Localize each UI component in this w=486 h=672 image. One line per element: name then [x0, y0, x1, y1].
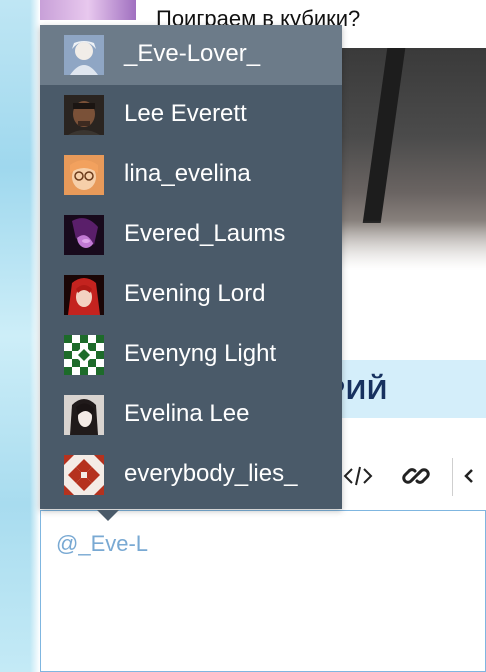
mention-username: everybody_lies_ — [124, 460, 298, 487]
toolbar-separator — [452, 458, 453, 496]
user-avatar — [64, 395, 104, 435]
mention-option-0[interactable]: _Eve-Lover_ — [40, 25, 342, 85]
comment-editor[interactable]: @_Eve-L — [40, 510, 486, 672]
mention-option-5[interactable]: Evenyng Light — [40, 325, 342, 385]
mention-username: Evered_Laums — [124, 220, 286, 247]
image-chair-leg — [362, 48, 406, 223]
user-avatar — [64, 155, 104, 195]
code-icon — [343, 466, 373, 486]
more-button[interactable] — [462, 458, 486, 494]
dropdown-caret — [97, 510, 119, 521]
user-avatar — [64, 335, 104, 375]
page-background-strip — [0, 0, 40, 672]
mention-option-4[interactable]: Evening Lord — [40, 265, 342, 325]
user-avatar — [64, 275, 104, 315]
mention-username: Lee Everett — [124, 100, 247, 127]
link-button[interactable] — [398, 458, 434, 494]
link-icon — [402, 468, 430, 484]
mention-option-1[interactable]: Lee Everett — [40, 85, 342, 145]
code-button[interactable] — [340, 458, 376, 494]
user-avatar — [64, 35, 104, 75]
arrow-icon — [464, 469, 473, 483]
mention-option-6[interactable]: Evelina Lee — [40, 385, 342, 445]
mention-option-3[interactable]: Evered_Laums — [40, 205, 342, 265]
user-avatar — [64, 215, 104, 255]
mention-text[interactable]: @_Eve-L — [56, 531, 148, 557]
mention-option-2[interactable]: lina_evelina — [40, 145, 342, 205]
mention-username: Evenyng Light — [124, 340, 277, 367]
editor-toolbar — [340, 448, 486, 508]
mention-username: Evening Lord — [124, 280, 266, 307]
mention-suggestions-dropdown: _Eve-Lover_ Lee Everett lina_evelina Eve… — [40, 25, 342, 509]
mention-option-7[interactable]: everybody_lies_ — [40, 445, 342, 505]
user-avatar — [64, 455, 104, 495]
post-author-avatar[interactable] — [40, 0, 136, 20]
mention-username: _Eve-Lover_ — [124, 40, 261, 67]
mention-username: lina_evelina — [124, 160, 251, 187]
user-avatar — [64, 95, 104, 135]
mention-username: Evelina Lee — [124, 400, 250, 427]
